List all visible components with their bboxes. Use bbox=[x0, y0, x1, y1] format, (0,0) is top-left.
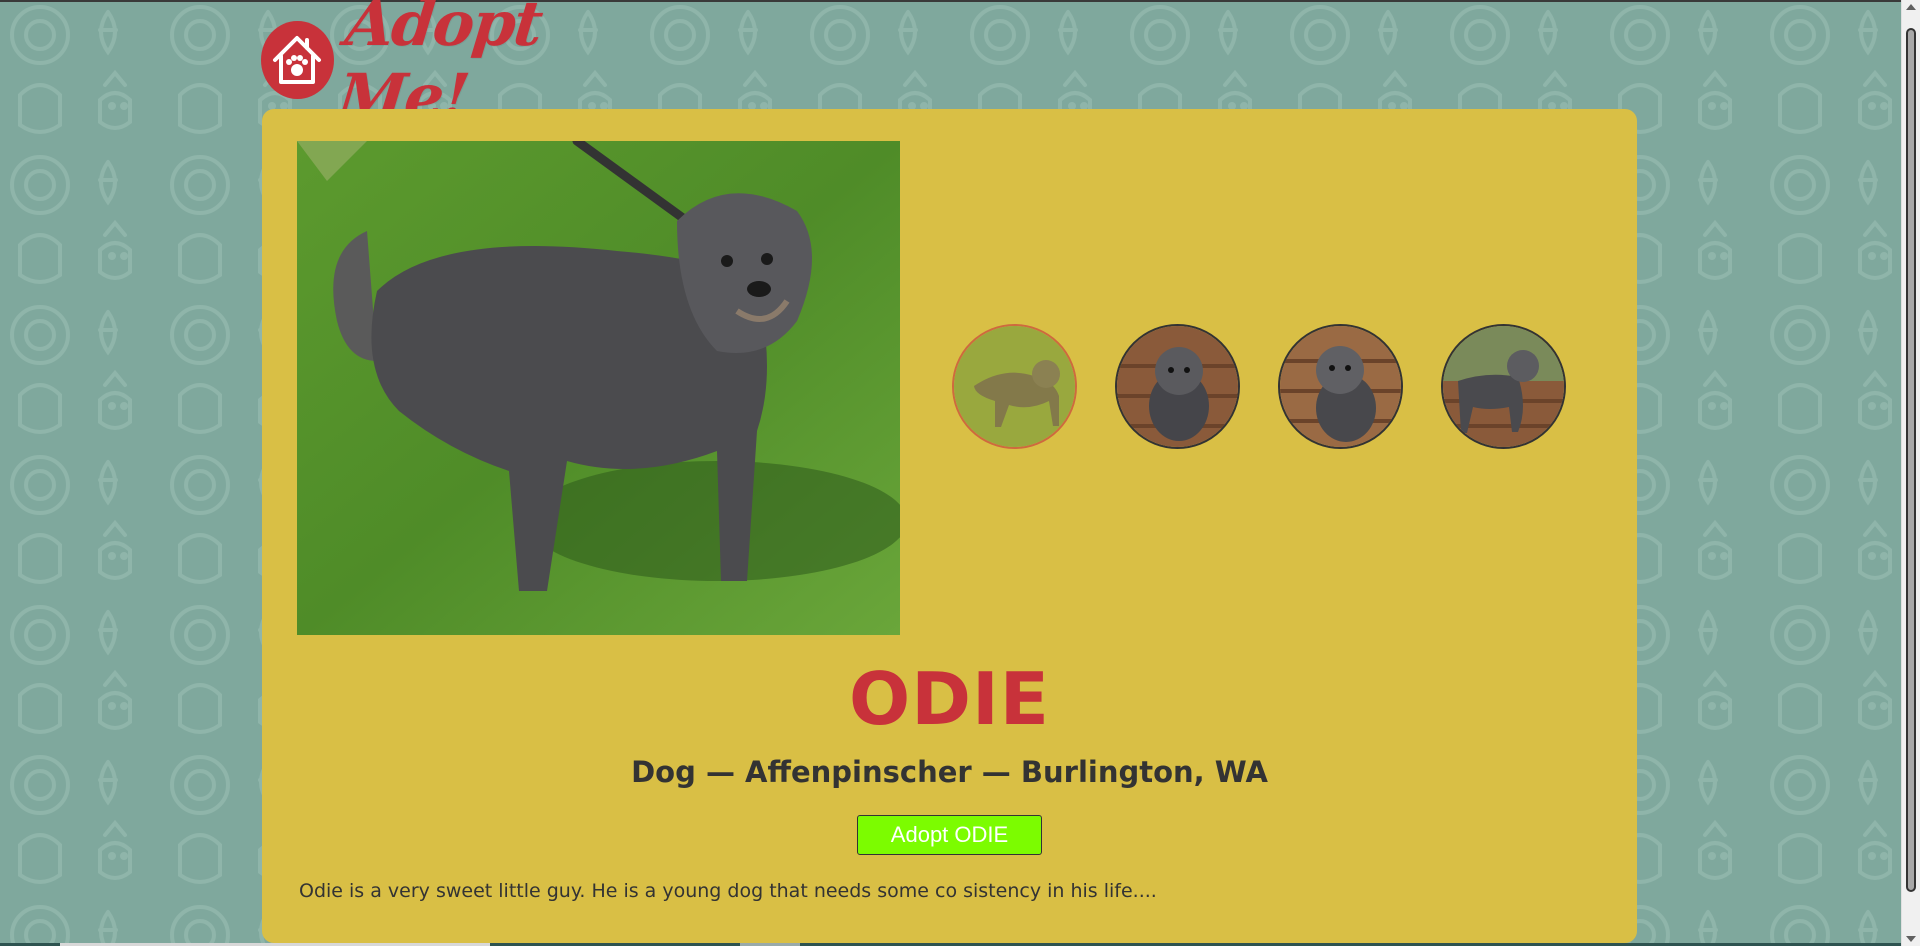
scroll-down-arrow-icon[interactable] bbox=[1906, 936, 1916, 942]
dog-standing-photo-icon bbox=[954, 326, 1075, 447]
pet-details-card: ODIE Dog — Affenpinscher — Burlington, W… bbox=[262, 109, 1637, 943]
site-header[interactable]: Adopt Me! bbox=[261, 0, 661, 133]
window-top-border bbox=[0, 0, 1920, 2]
vertical-scrollbar[interactable] bbox=[1901, 0, 1920, 946]
house-paw-logo-icon bbox=[261, 21, 334, 99]
scroll-up-arrow-icon[interactable] bbox=[1906, 4, 1916, 10]
carousel-thumbnail[interactable] bbox=[1115, 324, 1240, 449]
pet-name-heading: ODIE bbox=[849, 657, 1050, 741]
hero-photo bbox=[297, 141, 900, 635]
carousel-thumbnail[interactable] bbox=[952, 324, 1077, 449]
dog-sitting-photo-icon bbox=[1117, 326, 1238, 447]
scrollbar-thumb[interactable] bbox=[1906, 28, 1916, 892]
carousel-thumbnail[interactable] bbox=[1278, 324, 1403, 449]
dog-standing-bench-photo-icon bbox=[1443, 326, 1564, 447]
photo-carousel bbox=[952, 324, 1566, 449]
adopt-button[interactable]: Adopt ODIE bbox=[857, 815, 1042, 855]
pet-meta-line: Dog — Affenpinscher — Burlington, WA bbox=[631, 755, 1268, 789]
dog-on-grass-photo bbox=[297, 141, 900, 635]
pet-description: Odie is a very sweet little guy. He is a… bbox=[299, 880, 1157, 902]
carousel-thumbnail[interactable] bbox=[1441, 324, 1566, 449]
dog-bench-photo-icon bbox=[1280, 326, 1401, 447]
